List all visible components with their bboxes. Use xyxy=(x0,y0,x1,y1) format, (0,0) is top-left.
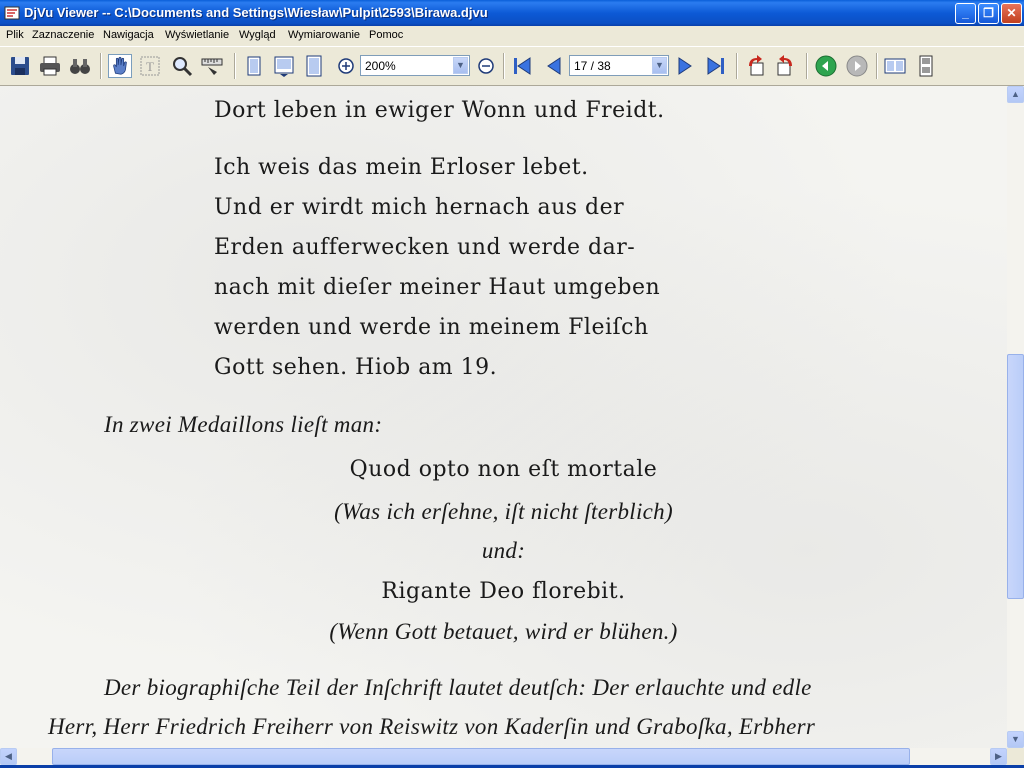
sidebar-toggle-icon[interactable] xyxy=(883,54,907,78)
last-page-icon[interactable] xyxy=(704,54,728,78)
previous-page-icon[interactable] xyxy=(542,54,566,78)
menu-wyswietlanie[interactable]: Wyświetlanie xyxy=(165,29,229,41)
latin-motto: Rigante Deo florebit. xyxy=(381,579,626,604)
save-icon[interactable] xyxy=(8,54,32,78)
menu-nawigacja[interactable]: Nawigacja xyxy=(103,29,154,41)
page-value: 17 / 38 xyxy=(574,59,611,73)
hand-tool-icon[interactable] xyxy=(108,54,132,78)
menu-bar: Plik Zaznaczenie Nawigacja Wyświetlanie … xyxy=(0,26,1024,46)
vertical-scrollbar[interactable]: ▲ ▼ xyxy=(1007,86,1024,748)
djvu-app-icon xyxy=(4,6,20,20)
text-line: Dort leben in ewiger Wonn und Freidt. xyxy=(214,98,665,123)
menu-wyglad[interactable]: Wygląd xyxy=(239,29,276,41)
menu-wymiarowanie[interactable]: Wymiarowanie xyxy=(288,29,360,41)
chevron-down-icon[interactable]: ▼ xyxy=(453,57,468,74)
toolbar-separator xyxy=(100,53,102,79)
paragraph-line: Herr, Herr Friedrich Freiherr von Reiswi… xyxy=(48,714,816,739)
zoom-out-icon[interactable] xyxy=(474,54,498,78)
scroll-down-button[interactable]: ▼ xyxy=(1007,731,1024,748)
text-select-icon[interactable]: T xyxy=(138,54,162,78)
fit-page-icon[interactable] xyxy=(302,54,326,78)
menu-plik[interactable]: Plik xyxy=(6,29,24,41)
minimize-button[interactable]: _ xyxy=(955,3,976,24)
first-page-icon[interactable] xyxy=(510,54,534,78)
find-binoculars-icon[interactable] xyxy=(68,54,92,78)
paragraph-line: Der biographiſche Teil der Inſchrift lau… xyxy=(104,675,812,700)
rotate-left-icon[interactable] xyxy=(743,54,767,78)
zoom-value: 200% xyxy=(365,59,396,73)
horizontal-scrollbar[interactable]: ◀ ▶ xyxy=(0,748,1007,765)
back-icon[interactable] xyxy=(814,54,838,78)
motto-translation: (Wenn Gott betauet, wird er blühen.) xyxy=(329,619,678,644)
print-icon[interactable] xyxy=(38,54,62,78)
maximize-button[interactable]: ❐ xyxy=(978,3,999,24)
text-line: nach mit dieſer meiner Haut umgeben xyxy=(214,275,661,300)
vertical-scroll-thumb[interactable] xyxy=(1007,354,1024,599)
svg-text:T: T xyxy=(146,59,154,74)
rotate-right-icon[interactable] xyxy=(774,54,798,78)
zoom-select[interactable]: 200% ▼ xyxy=(360,55,470,76)
chevron-down-icon[interactable]: ▼ xyxy=(652,57,667,74)
ruler-icon[interactable] xyxy=(200,54,224,78)
horizontal-scroll-thumb[interactable] xyxy=(52,748,910,765)
zoom-in-icon[interactable] xyxy=(334,54,358,78)
toolbar-separator xyxy=(736,53,738,79)
window-title: DjVu Viewer -- C:\Documents and Settings… xyxy=(24,5,488,20)
text-line: Erden aufferwecken und werde dar- xyxy=(214,235,636,260)
next-page-icon[interactable] xyxy=(673,54,697,78)
forward-icon[interactable] xyxy=(845,54,869,78)
page-select[interactable]: 17 / 38 ▼ xyxy=(569,55,669,76)
menu-zaznaczenie[interactable]: Zaznaczenie xyxy=(32,29,94,41)
document-view[interactable]: Dort leben in ewiger Wonn und Freidt. Ic… xyxy=(0,86,1007,748)
medaillons-intro: In zwei Medaillons lieſt man: xyxy=(104,412,383,437)
close-button[interactable]: ✕ xyxy=(1001,3,1022,24)
toolbar: T 200% ▼ 17 / 38 ▼ xyxy=(0,46,1024,86)
document-page: Dort leben in ewiger Wonn und Freidt. Ic… xyxy=(0,86,1007,748)
scroll-left-button[interactable]: ◀ xyxy=(0,748,17,765)
text-line: Ich weis das mein Erloser lebet. xyxy=(214,155,589,180)
motto-translation: (Was ich erſehne, iſt nicht ſterblich) xyxy=(334,499,673,524)
scroll-up-button[interactable]: ▲ xyxy=(1007,86,1024,103)
scrollbar-corner xyxy=(1007,748,1024,765)
single-page-icon[interactable] xyxy=(242,54,266,78)
toolbar-separator xyxy=(234,53,236,79)
text-line: werden und werde in meinem Fleiſch xyxy=(214,315,649,340)
scroll-right-button[interactable]: ▶ xyxy=(990,748,1007,765)
menu-pomoc[interactable]: Pomoc xyxy=(369,29,403,41)
toolbar-separator xyxy=(876,53,878,79)
center-line: und: xyxy=(481,538,526,563)
toolbar-separator xyxy=(503,53,505,79)
fit-width-icon[interactable] xyxy=(272,54,296,78)
zoom-select-icon[interactable] xyxy=(170,54,194,78)
text-line: Gott sehen. Hiob am 19. xyxy=(214,355,498,380)
title-bar[interactable]: DjVu Viewer -- C:\Documents and Settings… xyxy=(0,0,1024,26)
text-line: Und er wirdt mich hernach aus der xyxy=(214,195,625,220)
continuous-view-icon[interactable] xyxy=(914,54,938,78)
toolbar-separator xyxy=(806,53,808,79)
latin-motto: Quod opto non eſt mortale xyxy=(349,457,658,482)
